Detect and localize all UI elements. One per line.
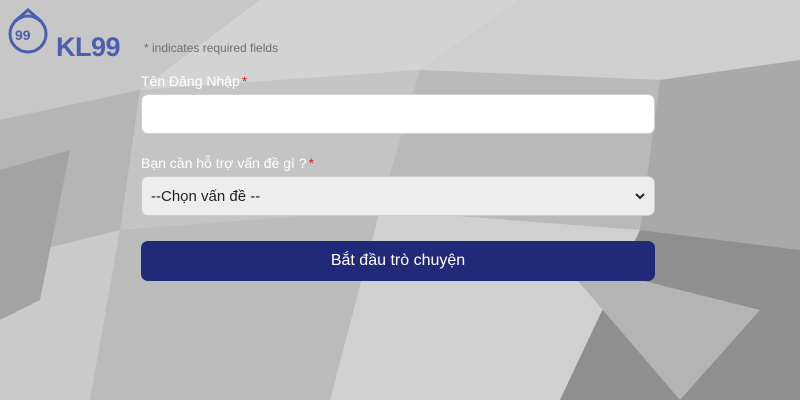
kl99-emblem-icon: 99 [8,8,48,54]
required-star: * [308,155,315,171]
svg-text:99: 99 [15,27,31,43]
brand-logo[interactable]: 99 KL99 [4,4,128,70]
topic-label-text: Bạn cần hỗ trợ vấn đề gì ? [141,155,307,171]
username-input[interactable] [141,94,655,134]
topic-select-value: --Chọn vấn đề -- [151,188,261,205]
topic-select[interactable]: --Chọn vấn đề -- [141,176,655,216]
logo-text: KL99 [56,32,121,62]
start-chat-button[interactable]: Bắt đầu trò chuyện [141,241,655,281]
username-label: Tên Đăng Nhập * [141,73,247,89]
required-star: * [241,73,248,89]
topic-label: Bạn cần hỗ trợ vấn đề gì ? * [141,155,314,171]
username-label-text: Tên Đăng Nhập [141,73,240,89]
required-fields-note: * indicates required fields [144,41,279,55]
chevron-down-icon [635,193,645,200]
